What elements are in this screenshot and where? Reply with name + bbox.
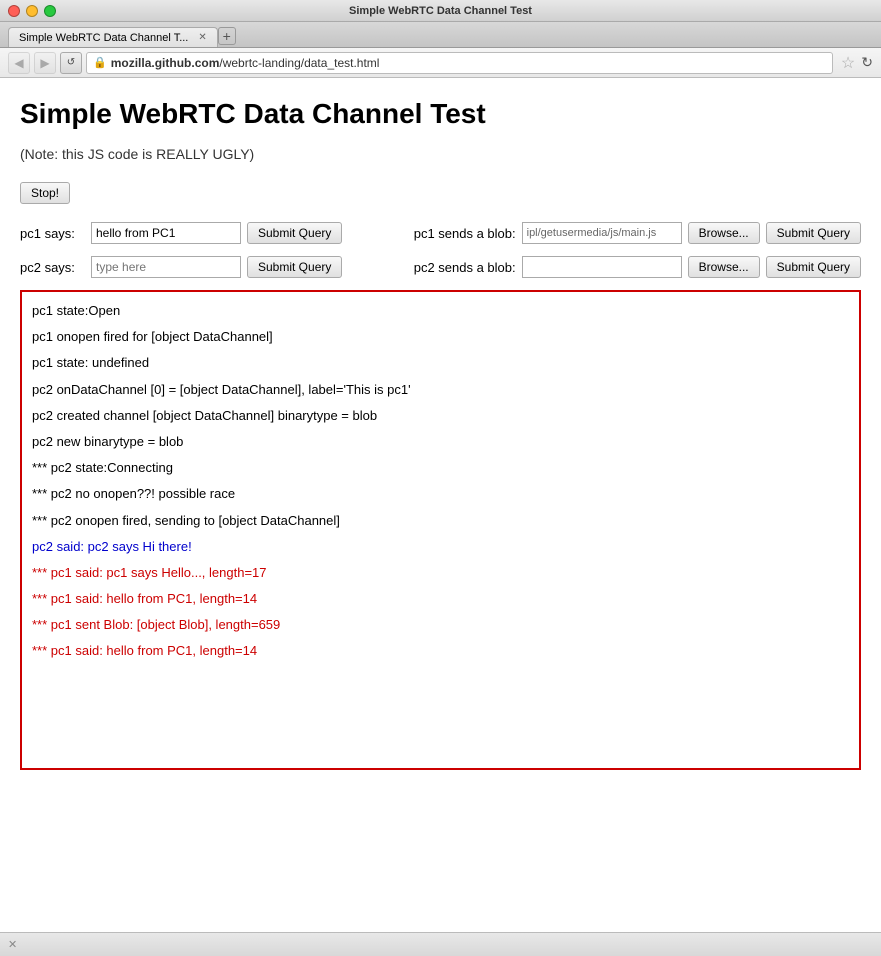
pc2-says-label: pc2 says: xyxy=(20,260,85,275)
pc2-row: pc2 says: Submit Query pc2 sends a blob:… xyxy=(20,256,861,278)
pc2-left-form: pc2 says: Submit Query xyxy=(20,256,342,278)
log-line: *** pc2 no onopen??! possible race xyxy=(32,485,849,503)
nav-refresh-icon[interactable]: ↻ xyxy=(861,54,873,71)
pc2-blob-submit-button[interactable]: Submit Query xyxy=(766,256,861,278)
log-line: pc2 new binarytype = blob xyxy=(32,433,849,451)
log-line: pc1 state: undefined xyxy=(32,354,849,372)
page-title: Simple WebRTC Data Channel Test xyxy=(20,98,861,130)
log-line: pc1 state:Open xyxy=(32,302,849,320)
address-bar[interactable]: 🔒 mozilla.github.com/webrtc-landing/data… xyxy=(86,52,833,74)
log-line: *** pc1 said: hello from PC1, length=14 xyxy=(32,642,849,660)
lock-icon: 🔒 xyxy=(93,56,107,69)
pc1-row: pc1 says: Submit Query pc1 sends a blob:… xyxy=(20,222,861,244)
status-close-icon[interactable]: ✕ xyxy=(8,938,22,952)
bookmark-star-icon[interactable]: ☆ xyxy=(841,53,855,73)
log-line: *** pc1 said: hello from PC1, length=14 xyxy=(32,590,849,608)
new-tab-button[interactable]: + xyxy=(218,27,236,45)
log-line: pc2 said: pc2 says Hi there! xyxy=(32,538,849,556)
window-title: Simple WebRTC Data Channel Test xyxy=(349,5,532,17)
minimize-button[interactable] xyxy=(26,5,38,17)
pc2-blob-input[interactable] xyxy=(522,256,682,278)
url-display: mozilla.github.com/webrtc-landing/data_t… xyxy=(111,56,380,70)
active-tab[interactable]: Simple WebRTC Data Channel T... ✕ xyxy=(8,27,218,47)
log-line: pc2 created channel [object DataChannel]… xyxy=(32,407,849,425)
log-line: *** pc2 state:Connecting xyxy=(32,459,849,477)
pc1-says-label: pc1 says: xyxy=(20,226,85,241)
pc1-right-form: pc1 sends a blob: Browse... Submit Query xyxy=(414,222,861,244)
stop-button[interactable]: Stop! xyxy=(20,182,70,204)
pc2-submit-button[interactable]: Submit Query xyxy=(247,256,342,278)
url-path: /webrtc-landing/data_test.html xyxy=(219,56,379,70)
back-button[interactable]: ◀ xyxy=(8,52,30,74)
pc1-left-form: pc1 says: Submit Query xyxy=(20,222,342,244)
status-bar: ✕ xyxy=(0,932,881,956)
pc1-submit-button[interactable]: Submit Query xyxy=(247,222,342,244)
url-domain: mozilla.github.com xyxy=(111,56,220,70)
maximize-button[interactable] xyxy=(44,5,56,17)
pc2-right-form: pc2 sends a blob: Browse... Submit Query xyxy=(414,256,861,278)
pc1-blob-input[interactable] xyxy=(522,222,682,244)
forward-button[interactable]: ▶ xyxy=(34,52,56,74)
log-line: *** pc1 sent Blob: [object Blob], length… xyxy=(32,616,849,634)
reload-button[interactable]: ↺ xyxy=(60,52,82,74)
title-bar-buttons xyxy=(8,5,56,17)
tab-bar: Simple WebRTC Data Channel T... ✕ + xyxy=(0,22,881,48)
page-subtitle: (Note: this JS code is REALLY UGLY) xyxy=(20,146,861,162)
close-button[interactable] xyxy=(8,5,20,17)
title-bar: Simple WebRTC Data Channel Test xyxy=(0,0,881,22)
log-line: *** pc1 said: pc1 says Hello..., length=… xyxy=(32,564,849,582)
pc1-blob-submit-button[interactable]: Submit Query xyxy=(766,222,861,244)
page-content: Simple WebRTC Data Channel Test (Note: t… xyxy=(0,78,881,932)
pc2-blob-label: pc2 sends a blob: xyxy=(414,260,516,275)
log-line: pc1 onopen fired for [object DataChannel… xyxy=(32,328,849,346)
tab-label: Simple WebRTC Data Channel T... xyxy=(19,32,188,44)
pc1-browse-button[interactable]: Browse... xyxy=(688,222,760,244)
log-line: pc2 onDataChannel [0] = [object DataChan… xyxy=(32,381,849,399)
log-area[interactable]: pc1 state:Open pc1 onopen fired for [obje… xyxy=(20,290,861,770)
pc2-browse-button[interactable]: Browse... xyxy=(688,256,760,278)
log-line: *** pc2 onopen fired, sending to [object… xyxy=(32,512,849,530)
pc1-blob-label: pc1 sends a blob: xyxy=(414,226,516,241)
pc2-input[interactable] xyxy=(91,256,241,278)
tab-close-icon[interactable]: ✕ xyxy=(198,32,206,43)
pc1-input[interactable] xyxy=(91,222,241,244)
nav-bar: ◀ ▶ ↺ 🔒 mozilla.github.com/webrtc-landin… xyxy=(0,48,881,78)
